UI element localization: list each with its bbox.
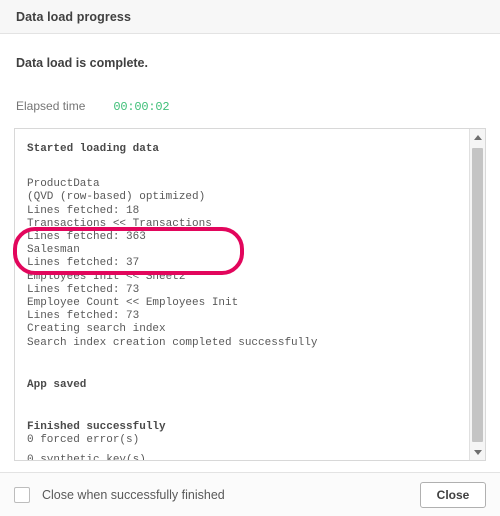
dialog-header: Data load progress	[0, 0, 500, 34]
close-when-finished-checkbox[interactable]	[14, 486, 30, 503]
log-line: Lines fetched: 18	[27, 204, 140, 217]
log-line: Started loading data	[27, 143, 160, 155]
close-when-finished-checkbox-row[interactable]: Close when successfully finished	[14, 486, 420, 503]
log-scrollbar[interactable]	[469, 129, 485, 460]
scrollbar-thumb[interactable]	[472, 148, 483, 442]
dialog-title: Data load progress	[16, 9, 132, 24]
log-line: ProductData	[27, 178, 100, 191]
log-line-spacer	[27, 414, 469, 421]
log-line: Employees Init << Sheet2	[27, 270, 186, 283]
log-line: Creating search index	[27, 323, 166, 336]
elapsed-time-label: Elapsed time	[16, 99, 86, 113]
dialog-footer: Close when successfully finished Close	[0, 472, 500, 516]
log-line: Lines fetched: 37	[27, 257, 140, 270]
chevron-up-icon	[473, 134, 482, 140]
log-line-spacer	[27, 156, 469, 178]
log-line: Lines fetched: 73	[27, 310, 140, 323]
log-line: 0 forced error(s)	[27, 434, 140, 447]
close-button[interactable]: Close	[420, 481, 486, 508]
log-line: Salesman	[27, 244, 80, 257]
log-line: Lines fetched: 73	[27, 283, 140, 296]
log-line-spacer	[27, 372, 469, 379]
load-status-text: Data load is complete.	[16, 56, 148, 70]
data-load-progress-dialog: Data load progress Data load is complete…	[0, 0, 500, 516]
log-line: Search index creation completed successf…	[27, 336, 318, 349]
log-line: Lines fetched: 363	[27, 231, 146, 244]
log-line: App saved	[27, 378, 87, 391]
log-line-spacer	[27, 447, 469, 454]
log-line-spacer	[27, 392, 469, 414]
log-line: Transactions << Transactions	[27, 217, 212, 230]
log-line: 0 synthetic key(s)	[27, 454, 469, 460]
log-line: (QVD (row-based) optimized)	[27, 191, 206, 204]
log-line: Finished successfully	[27, 421, 166, 434]
elapsed-time-row: Elapsed time 00:00:02	[14, 99, 486, 114]
load-log-panel: Started loading data ProductData (QVD (row…	[14, 128, 486, 461]
log-line-spacer	[27, 350, 469, 372]
elapsed-time-value: 00:00:02	[113, 100, 170, 114]
scrollbar-down-button[interactable]	[470, 444, 485, 460]
load-log-text: Started loading data ProductData (QVD (row…	[15, 129, 469, 460]
dialog-body: Data load is complete. Elapsed time 00:0…	[0, 34, 500, 472]
chevron-down-icon	[473, 449, 482, 455]
log-line: Employee Count << Employees Init	[27, 297, 239, 310]
close-when-finished-label: Close when successfully finished	[42, 487, 225, 502]
scrollbar-up-button[interactable]	[470, 129, 485, 145]
